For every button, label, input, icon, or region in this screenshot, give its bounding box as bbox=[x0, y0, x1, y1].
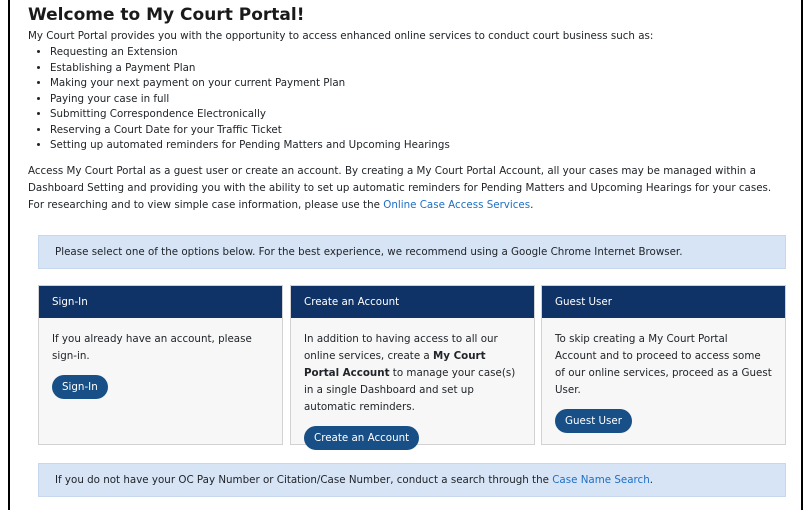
sign-in-card: Sign-In If you already have an account, … bbox=[38, 285, 283, 445]
create-account-card-header: Create an Account bbox=[291, 286, 534, 318]
case-search-notice-end: . bbox=[649, 474, 654, 486]
guest-user-card-body: To skip creating a My Court Portal Accou… bbox=[542, 318, 785, 433]
list-item: Establishing a Payment Plan bbox=[50, 61, 788, 77]
guest-user-card-text: To skip creating a My Court Portal Accou… bbox=[555, 333, 772, 396]
case-name-search-link[interactable]: Case Name Search bbox=[552, 474, 650, 486]
sign-in-card-header: Sign-In bbox=[39, 286, 282, 318]
sign-in-button[interactable]: Sign-In bbox=[52, 375, 108, 399]
services-list: Requesting an Extension Establishing a P… bbox=[28, 45, 788, 154]
list-item: Making your next payment on your current… bbox=[50, 76, 788, 92]
case-search-notice-text: If you do not have your OC Pay Number or… bbox=[55, 474, 553, 486]
access-end: . bbox=[530, 198, 534, 211]
create-account-card-text: In addition to having access to all our … bbox=[304, 331, 521, 416]
list-item: Paying your case in full bbox=[50, 92, 788, 108]
create-account-card-body: In addition to having access to all our … bbox=[291, 318, 534, 450]
create-account-button[interactable]: Create an Account bbox=[304, 426, 420, 450]
create-account-card: Create an Account In addition to having … bbox=[290, 285, 535, 450]
browser-notice-text: Please select one of the options below. … bbox=[55, 246, 683, 258]
list-item: Setting up automated reminders for Pendi… bbox=[50, 138, 788, 154]
guest-user-card-header: Guest User bbox=[542, 286, 785, 318]
list-item: Reserving a Court Date for your Traffic … bbox=[50, 123, 788, 139]
access-paragraph: Access My Court Portal as a guest user o… bbox=[28, 163, 788, 214]
list-item: Requesting an Extension bbox=[50, 45, 788, 61]
main-content: Welcome to My Court Portal! My Court Por… bbox=[28, 4, 788, 214]
sign-in-card-text: If you already have an account, please s… bbox=[52, 333, 252, 362]
guest-user-card: Guest User To skip creating a My Court P… bbox=[541, 285, 786, 445]
browser-notice: Please select one of the options below. … bbox=[38, 235, 786, 269]
sign-in-card-body: If you already have an account, please s… bbox=[39, 318, 282, 399]
intro-text: My Court Portal provides you with the op… bbox=[28, 30, 654, 42]
online-case-access-link[interactable]: Online Case Access Services bbox=[383, 199, 530, 211]
guest-user-button[interactable]: Guest User bbox=[555, 409, 632, 433]
page-title: Welcome to My Court Portal! bbox=[28, 5, 305, 25]
case-search-notice: If you do not have your OC Pay Number or… bbox=[38, 463, 786, 497]
list-item: Submitting Correspondence Electronically bbox=[50, 107, 788, 123]
